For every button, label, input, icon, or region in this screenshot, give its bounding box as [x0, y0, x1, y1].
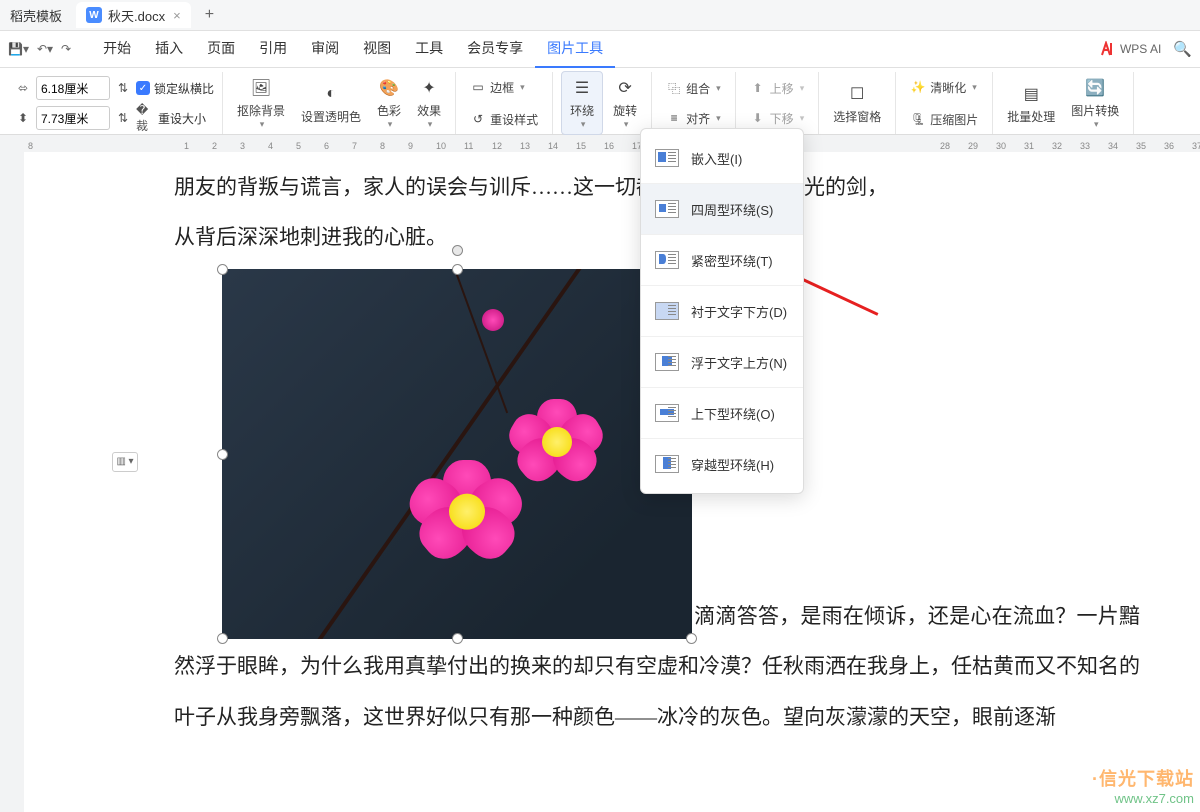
wrap-option-tight[interactable]: 紧密型环绕(T) — [641, 235, 803, 286]
rotate-button[interactable]: ⟳旋转 — [607, 74, 643, 132]
wrap-icon — [655, 353, 679, 371]
resize-handle[interactable] — [686, 633, 697, 644]
title-tab-bar: 稻壳模板 W 秋天.docx × + — [0, 0, 1200, 31]
document-page[interactable]: ▥ ▾ 朋友的背叛与谎言，家人的误会与训斥……这一切都是一把把闪着寒光的剑， 从… — [24, 152, 1200, 812]
save-icon[interactable]: 💾▾ — [8, 42, 29, 56]
wps-ai-icon — [1100, 41, 1116, 57]
border-button[interactable]: ▭边框 — [464, 73, 544, 101]
compress-button[interactable]: 🗜压缩图片 — [904, 105, 984, 133]
menu-tools[interactable]: 工具 — [403, 30, 455, 66]
wrap-icon — [655, 455, 679, 473]
width-input[interactable] — [36, 76, 110, 100]
lock-ratio-label: 锁定纵横比 — [154, 80, 214, 97]
convert-button[interactable]: 🔄图片转换 — [1065, 74, 1125, 132]
transparency-button[interactable]: ◐设置透明色 — [295, 80, 367, 127]
wrap-icon — [655, 251, 679, 269]
batch-button[interactable]: ▤批量处理 — [1001, 80, 1061, 127]
clarity-button[interactable]: ✨清晰化 — [904, 73, 984, 101]
wrap-dropdown: 嵌入型(I)四周型环绕(S)紧密型环绕(T)衬于文字下方(D)浮于文字上方(N)… — [640, 128, 804, 494]
wrap-icon — [655, 200, 679, 218]
menu-picture-tools[interactable]: 图片工具 — [535, 30, 615, 68]
effect-button[interactable]: ✦效果 — [411, 74, 447, 132]
tab-document-active[interactable]: W 秋天.docx × — [76, 2, 191, 28]
wrap-icon — [655, 149, 679, 167]
width-icon: ⬄ — [14, 79, 32, 97]
resize-handle[interactable] — [217, 633, 228, 644]
wrap-option-thr[interactable]: 穿越型环绕(H) — [641, 439, 803, 489]
selected-image[interactable] — [222, 269, 692, 639]
resize-handle[interactable] — [217, 264, 228, 275]
layout-options-icon[interactable]: ▥ ▾ — [112, 452, 138, 472]
search-icon[interactable]: 🔍 — [1173, 40, 1192, 58]
wps-ai-button[interactable]: WPS AI — [1100, 41, 1161, 57]
menu-insert[interactable]: 插入 — [143, 30, 195, 66]
wrap-option-front[interactable]: 浮于文字上方(N) — [641, 337, 803, 388]
wrap-icon — [655, 404, 679, 422]
rotate-handle[interactable] — [452, 245, 463, 256]
wrap-option-tb[interactable]: 上下型环绕(O) — [641, 388, 803, 439]
reset-size-icon: �裁 — [136, 109, 154, 127]
image-content — [222, 269, 692, 639]
wrap-button[interactable]: ☰环绕 — [561, 71, 603, 135]
resize-handle[interactable] — [452, 633, 463, 644]
tab-template[interactable]: 稻壳模板 — [0, 2, 72, 28]
undo-icon[interactable]: ↶▾ — [37, 42, 53, 56]
close-icon[interactable]: × — [173, 8, 181, 23]
resize-handle[interactable] — [217, 449, 228, 460]
menu-view[interactable]: 视图 — [351, 30, 403, 66]
word-doc-icon: W — [86, 7, 102, 23]
menu-member[interactable]: 会员专享 — [455, 30, 535, 66]
remove-bg-button[interactable]: 🖼抠除背景 — [231, 74, 291, 132]
lock-ratio-checkbox[interactable]: ✓ — [136, 81, 150, 95]
menu-tabs: 开始 插入 页面 引用 审阅 视图 工具 会员专享 图片工具 — [91, 30, 615, 68]
height-icon: ⬍ — [14, 109, 32, 127]
wrap-icon — [655, 302, 679, 320]
reset-size-button[interactable]: 重设大小 — [158, 110, 206, 127]
move-up-button[interactable]: ⬆上移 — [744, 74, 811, 102]
group-button[interactable]: ⿻组合 — [660, 74, 727, 102]
menu-start[interactable]: 开始 — [91, 30, 143, 66]
wrap-option-sq[interactable]: 四周型环绕(S) — [641, 184, 803, 235]
redo-icon[interactable]: ↷ — [61, 42, 71, 56]
menu-reference[interactable]: 引用 — [247, 30, 299, 66]
stepper-icon[interactable]: ⇅ — [114, 109, 132, 127]
new-tab-button[interactable]: + — [195, 6, 224, 24]
watermark: ·信光下载站 www.xz7.com — [1092, 765, 1194, 806]
color-button[interactable]: 🎨色彩 — [371, 74, 407, 132]
menu-review[interactable]: 审阅 — [299, 30, 351, 66]
vertical-ruler — [0, 152, 24, 812]
ribbon: ⬄ ⇅ ✓ 锁定纵横比 ⬍ ⇅ �裁 重设大小 🖼抠除背景 ◐设置透明色 🎨色彩… — [0, 68, 1200, 135]
resize-handle[interactable] — [452, 264, 463, 275]
menu-bar: 💾▾ ↶▾ ↷ 开始 插入 页面 引用 审阅 视图 工具 会员专享 图片工具 W… — [0, 31, 1200, 68]
wrap-option-ins[interactable]: 嵌入型(I) — [641, 133, 803, 184]
wrap-option-behind[interactable]: 衬于文字下方(D) — [641, 286, 803, 337]
menu-page[interactable]: 页面 — [195, 30, 247, 66]
reset-style-button[interactable]: ↺重设样式 — [464, 105, 544, 133]
height-input[interactable] — [36, 106, 110, 130]
selection-pane-button[interactable]: ☐选择窗格 — [827, 80, 887, 127]
stepper-icon[interactable]: ⇅ — [114, 79, 132, 97]
